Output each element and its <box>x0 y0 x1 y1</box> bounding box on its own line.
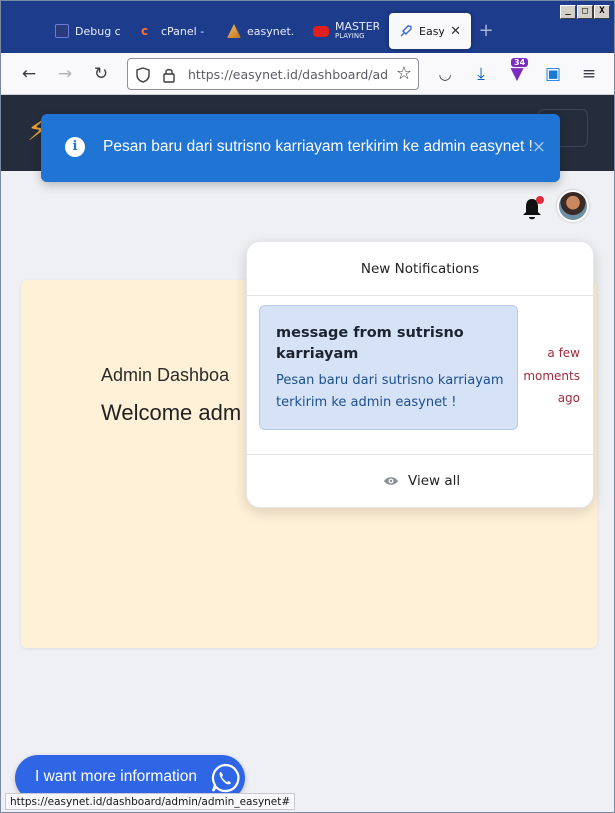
containers-icon[interactable]: ▣ <box>542 63 564 85</box>
tab-label: cPanel - I <box>161 24 207 38</box>
toast-message: Pesan baru dari sutrisno karriayam terki… <box>103 138 533 155</box>
notifications-header: New Notifications <box>247 242 593 296</box>
view-all-link[interactable]: View all <box>247 454 593 508</box>
tab-strip: Debug co c cPanel - I easynet. MASTER PL… <box>1 1 614 53</box>
menu-hamburger-icon[interactable]: ≡ <box>578 63 600 85</box>
info-icon: i <box>65 137 85 157</box>
tab-label: easynet. <box>247 24 293 38</box>
notification-title: message from sutrisno karriayam <box>276 325 464 362</box>
window-controls: _ □ X <box>560 5 610 19</box>
status-bar-url: https://easynet.id/dashboard/admin/admin… <box>5 793 296 810</box>
toast-close-button[interactable]: × <box>532 137 546 157</box>
browser-window: Debug co c cPanel - I easynet. MASTER PL… <box>0 0 615 813</box>
dashboard-welcome-title: Welcome adm <box>101 400 242 425</box>
address-bar[interactable]: https://easynet.id/dashboard/admin ☆ <box>127 58 419 90</box>
close-window-button[interactable]: X <box>594 5 610 19</box>
whatsapp-label: I want more information <box>35 768 197 785</box>
forward-arrow-icon[interactable]: → <box>54 63 76 85</box>
tab-label: EasyN <box>419 24 445 38</box>
view-all-label: View all <box>408 473 461 489</box>
dashboard-subtitle: Admin Dashboa <box>101 365 230 385</box>
navigation-toolbar: ← → ↻ https://easynet.id/dashboard/admin… <box>1 53 614 95</box>
tab-youtube[interactable]: MASTER PLAYING <box>303 13 389 49</box>
extension-badge: 34 <box>511 58 529 67</box>
whatsapp-contact-button[interactable]: I want more information <box>15 755 245 793</box>
notifications-dropdown: New Notifications message from sutrisno … <box>246 241 594 508</box>
lock-icon <box>163 68 175 83</box>
shield-icon <box>136 67 150 83</box>
notification-toast: i Pesan baru dari sutrisno karriayam ter… <box>41 114 560 182</box>
tab-easynet[interactable]: easynet. <box>217 13 303 49</box>
tab-sublabel: PLAYING <box>335 32 365 40</box>
new-tab-button[interactable]: + <box>471 13 501 49</box>
tab-list: Debug co c cPanel - I easynet. MASTER PL… <box>45 13 501 49</box>
url-text: https://easynet.id/dashboard/admin <box>188 67 388 82</box>
notification-time: a few moments ago <box>523 346 580 405</box>
notification-body: Pesan baru dari sutrisno karriayam terki… <box>276 373 504 410</box>
debug-icon <box>55 24 69 38</box>
cpanel-icon: c <box>141 24 149 38</box>
close-tab-icon[interactable]: ✕ <box>450 24 461 39</box>
easynet-icon <box>227 24 241 38</box>
page-viewport: ⚡ i Pesan baru dari sutrisno karriayam t… <box>1 95 614 793</box>
whatsapp-icon <box>211 763 240 793</box>
minimize-button[interactable]: _ <box>560 5 576 19</box>
tab-label: Debug co <box>75 24 121 38</box>
bookmark-star-icon[interactable]: ☆ <box>396 63 412 84</box>
notification-dot <box>536 196 544 204</box>
reload-icon[interactable]: ↻ <box>90 63 112 85</box>
youtube-icon <box>313 25 329 37</box>
tab-debug[interactable]: Debug co <box>45 13 131 49</box>
download-icon[interactable]: ⤓ <box>470 63 492 85</box>
rocket-icon <box>400 25 412 37</box>
maximize-button[interactable]: □ <box>577 5 593 19</box>
notification-item[interactable]: message from sutrisno karriayam Pesan ba… <box>259 305 518 430</box>
pocket-icon[interactable]: ◡ <box>434 63 456 85</box>
avatar[interactable] <box>557 190 589 222</box>
tab-easynet-active[interactable]: EasyN ✕ <box>389 13 471 49</box>
back-arrow-icon[interactable]: ← <box>18 63 40 85</box>
eye-icon <box>384 477 398 485</box>
tab-cpanel[interactable]: c cPanel - I <box>131 13 217 49</box>
